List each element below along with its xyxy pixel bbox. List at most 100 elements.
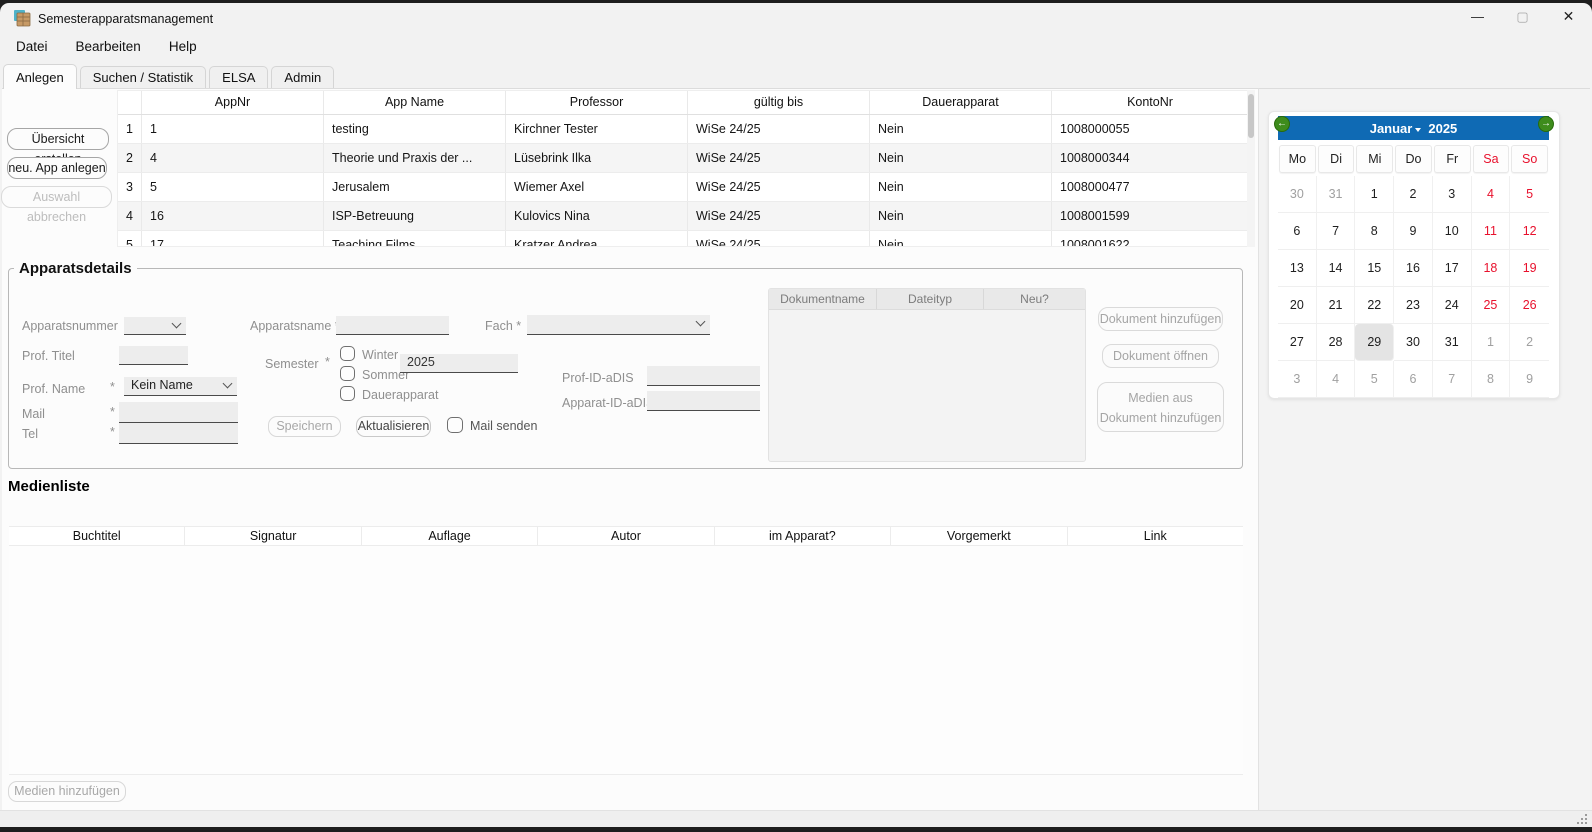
tab-admin[interactable]: Admin [271, 66, 334, 89]
calendar-day-5[interactable]: 5 [1510, 176, 1549, 213]
calendar-day-30[interactable]: 30 [1394, 324, 1433, 361]
apps-table: AppNrApp NameProfessorgültig bisDauerapp… [117, 90, 1247, 247]
column-header-appnr: AppNr [141, 91, 323, 114]
calendar-day-7[interactable]: 7 [1317, 213, 1356, 250]
aktualisieren-button[interactable]: Aktualisieren [356, 416, 431, 437]
calendar-day-4-adjacent[interactable]: 4 [1317, 361, 1356, 398]
scrollbar-thumb[interactable] [1248, 94, 1254, 138]
bersicht-erstellen-button[interactable]: Übersicht erstellen [7, 128, 109, 150]
calendar-month[interactable]: Januar [1370, 121, 1413, 136]
calendar: Januar 2025 ← → MoDiMiDoFrSaSo 303112345… [1268, 111, 1560, 399]
calendar-day-2-adjacent[interactable]: 2 [1510, 324, 1549, 361]
calendar-year[interactable]: 2025 [1428, 121, 1457, 136]
fach-label: Fach * [485, 319, 521, 333]
column-header-kontonr: KontoNr [1051, 91, 1247, 114]
calendar-day-23[interactable]: 23 [1394, 287, 1433, 324]
table-row[interactable]: 416ISP-BetreuungKulovics NinaWiSe 24/25N… [118, 202, 1247, 231]
dauerapparat-radio[interactable] [340, 386, 355, 401]
menu-item-datei[interactable]: Datei [2, 33, 62, 60]
tab-suchen-statistik[interactable]: Suchen / Statistik [80, 66, 206, 89]
calendar-day-22[interactable]: 22 [1355, 287, 1394, 324]
calendar-day-29[interactable]: 29 [1355, 324, 1394, 361]
calendar-day-1[interactable]: 1 [1355, 176, 1394, 213]
calendar-day-18[interactable]: 18 [1472, 250, 1511, 287]
mail-senden-radio[interactable] [447, 417, 463, 433]
calendar-day-28[interactable]: 28 [1317, 324, 1356, 361]
fach-dropdown[interactable] [527, 315, 710, 335]
next-month-button[interactable]: → [1538, 116, 1554, 132]
winter-radio[interactable] [340, 346, 355, 361]
calendar-day-7-adjacent[interactable]: 7 [1433, 361, 1472, 398]
calendar-day-4[interactable]: 4 [1472, 176, 1511, 213]
table-row[interactable]: 517Teaching FilmsKratzer AndreaWiSe 24/2… [118, 231, 1247, 247]
mail-label: Mail [22, 407, 45, 421]
media-column-header-link: Link [1067, 527, 1243, 545]
calendar-day-30-adjacent[interactable]: 30 [1278, 176, 1317, 213]
resize-grip-icon[interactable] [1576, 813, 1588, 825]
calendar-day-21[interactable]: 21 [1317, 287, 1356, 324]
document-list: DokumentnameDateitypNeu? [768, 288, 1086, 462]
maximize-button[interactable]: ▢ [1500, 3, 1545, 30]
calendar-day-9[interactable]: 9 [1394, 213, 1433, 250]
media-column-header-auflage: Auflage [361, 527, 537, 545]
calendar-day-9-adjacent[interactable]: 9 [1510, 361, 1549, 398]
row-number: 2 [118, 144, 141, 172]
calendar-day-19[interactable]: 19 [1510, 250, 1549, 287]
winter-radio-label: Winter [362, 348, 398, 362]
dokument-hinzufuegen-button: Dokument hinzufügen [1098, 307, 1223, 331]
table-row[interactable]: 11testingKirchner TesterWiSe 24/25Nein10… [118, 115, 1247, 144]
table-row[interactable]: 35JerusalemWiemer AxelWiSe 24/25Nein1008… [118, 173, 1247, 202]
medienliste-body [9, 546, 1243, 775]
calendar-day-25[interactable]: 25 [1472, 287, 1511, 324]
calendar-day-14[interactable]: 14 [1317, 250, 1356, 287]
table-row[interactable]: 24Theorie und Praxis der ...Lüsebrink Il… [118, 144, 1247, 173]
weekday-so: So [1511, 145, 1548, 173]
calendar-day-31-adjacent[interactable]: 31 [1317, 176, 1356, 213]
apps-table-scrollbar[interactable] [1247, 90, 1255, 247]
prof-name-dropdown[interactable]: Kein Name [124, 377, 237, 396]
calendar-day-1-adjacent[interactable]: 1 [1472, 324, 1511, 361]
previous-month-button[interactable]: ← [1274, 116, 1290, 132]
sommer-radio[interactable] [340, 366, 355, 381]
calendar-day-13[interactable]: 13 [1278, 250, 1317, 287]
tel-input[interactable] [119, 423, 238, 444]
close-button[interactable]: ✕ [1545, 3, 1592, 30]
cell-professor: Kirchner Tester [505, 115, 687, 143]
calendar-day-3-adjacent[interactable]: 3 [1278, 361, 1317, 398]
calendar-day-17[interactable]: 17 [1433, 250, 1472, 287]
calendar-day-3[interactable]: 3 [1433, 176, 1472, 213]
calendar-day-20[interactable]: 20 [1278, 287, 1317, 324]
calendar-day-31[interactable]: 31 [1433, 324, 1472, 361]
calendar-day-2[interactable]: 2 [1394, 176, 1433, 213]
menu-item-bearbeiten[interactable]: Bearbeiten [62, 33, 155, 60]
calendar-day-8-adjacent[interactable]: 8 [1472, 361, 1511, 398]
calendar-day-27[interactable]: 27 [1278, 324, 1317, 361]
calendar-day-6-adjacent[interactable]: 6 [1394, 361, 1433, 398]
menu-bar: DateiBearbeitenHelp [2, 33, 211, 60]
calendar-day-6[interactable]: 6 [1278, 213, 1317, 250]
prof-titel-input[interactable] [119, 346, 188, 365]
prof-id-adis-input[interactable] [647, 366, 760, 386]
calendar-day-15[interactable]: 15 [1355, 250, 1394, 287]
calendar-day-24[interactable]: 24 [1433, 287, 1472, 324]
calendar-day-8[interactable]: 8 [1355, 213, 1394, 250]
tab-elsa[interactable]: ELSA [209, 66, 268, 89]
calendar-day-11[interactable]: 11 [1472, 213, 1511, 250]
apparat-id-adis-input[interactable] [647, 391, 760, 411]
menu-item-help[interactable]: Help [155, 33, 211, 60]
apparatsname-input[interactable] [336, 316, 449, 335]
media-column-header-signatur: Signatur [184, 527, 360, 545]
calendar-day-16[interactable]: 16 [1394, 250, 1433, 287]
neu-app-anlegen-button[interactable]: neu. App anlegen [7, 157, 107, 179]
cell-app-name: Teaching Films [323, 231, 505, 247]
minimize-button[interactable]: — [1455, 3, 1500, 30]
calendar-day-10[interactable]: 10 [1433, 213, 1472, 250]
year-input[interactable]: 2025 [400, 354, 518, 373]
calendar-day-12[interactable]: 12 [1510, 213, 1549, 250]
mail-input[interactable] [119, 402, 238, 423]
calendar-day-5-adjacent[interactable]: 5 [1355, 361, 1394, 398]
chevron-down-icon [1415, 128, 1421, 135]
apparatsnummer-dropdown[interactable] [124, 317, 186, 335]
tab-anlegen[interactable]: Anlegen [3, 64, 77, 89]
calendar-day-26[interactable]: 26 [1510, 287, 1549, 324]
